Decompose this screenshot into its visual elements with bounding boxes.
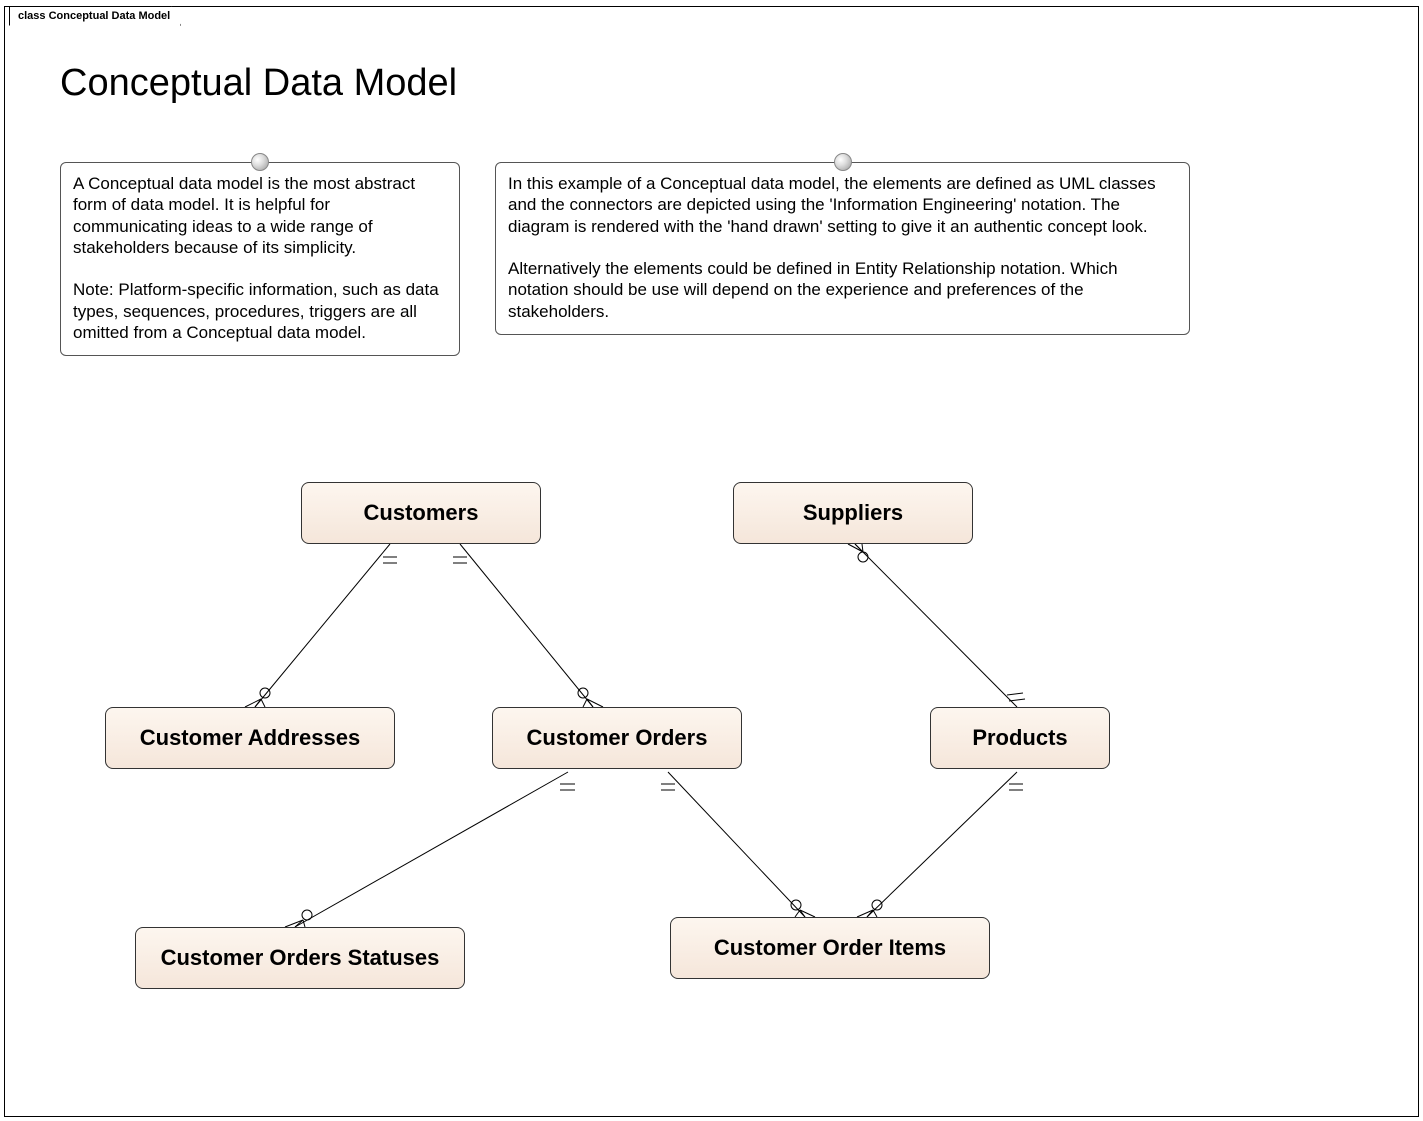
diagram-frame: class Conceptual Data Model Conceptual D…	[4, 6, 1419, 1117]
cardinality-zero-or-many-icon	[791, 900, 815, 917]
connector	[255, 544, 390, 707]
cardinality-one-icon	[1009, 784, 1023, 790]
cardinality-one-icon	[1007, 693, 1025, 701]
connector	[295, 772, 568, 927]
entity-label: Customer Addresses	[140, 725, 360, 751]
entity-suppliers[interactable]: Suppliers	[733, 482, 973, 544]
entity-label: Products	[972, 725, 1067, 751]
cardinality-zero-or-many-icon	[245, 688, 270, 707]
cardinality-zero-or-many-icon	[848, 544, 868, 562]
cardinality-zero-or-many-icon	[578, 688, 603, 707]
note-left-text: A Conceptual data model is the most abst…	[73, 174, 439, 342]
note-right-text: In this example of a Conceptual data mod…	[508, 174, 1156, 321]
diagram-tab: class Conceptual Data Model	[9, 6, 181, 26]
entity-customer-orders[interactable]: Customer Orders	[492, 707, 742, 769]
entity-label: Customers	[364, 500, 479, 526]
pushpin-icon	[834, 153, 852, 171]
connector	[855, 544, 1017, 707]
entity-label: Customer Orders	[527, 725, 708, 751]
diagram-tab-prefix: class	[18, 10, 46, 22]
cardinality-one-icon	[383, 557, 397, 563]
entity-label: Customer Order Items	[714, 935, 946, 961]
cardinality-zero-or-many-icon	[857, 900, 882, 917]
connector	[668, 772, 805, 917]
entity-customer-orders-statuses[interactable]: Customer Orders Statuses	[135, 927, 465, 989]
pushpin-icon	[251, 153, 269, 171]
entity-customer-addresses[interactable]: Customer Addresses	[105, 707, 395, 769]
cardinality-zero-or-many-icon	[285, 910, 312, 927]
cardinality-one-icon	[661, 784, 675, 790]
note-right: In this example of a Conceptual data mod…	[495, 162, 1190, 335]
diagram-canvas: class Conceptual Data Model Conceptual D…	[0, 0, 1423, 1121]
entity-label: Customer Orders Statuses	[161, 945, 440, 971]
cardinality-one-icon	[560, 784, 575, 790]
cardinality-one-icon	[453, 557, 467, 563]
diagram-tab-name: Conceptual Data Model	[49, 10, 171, 22]
connector	[460, 544, 593, 707]
entity-products[interactable]: Products	[930, 707, 1110, 769]
entity-customers[interactable]: Customers	[301, 482, 541, 544]
entity-label: Suppliers	[803, 500, 903, 526]
connector	[867, 772, 1017, 917]
note-left: A Conceptual data model is the most abst…	[60, 162, 460, 356]
entity-customer-order-items[interactable]: Customer Order Items	[670, 917, 990, 979]
diagram-title: Conceptual Data Model	[60, 62, 457, 105]
